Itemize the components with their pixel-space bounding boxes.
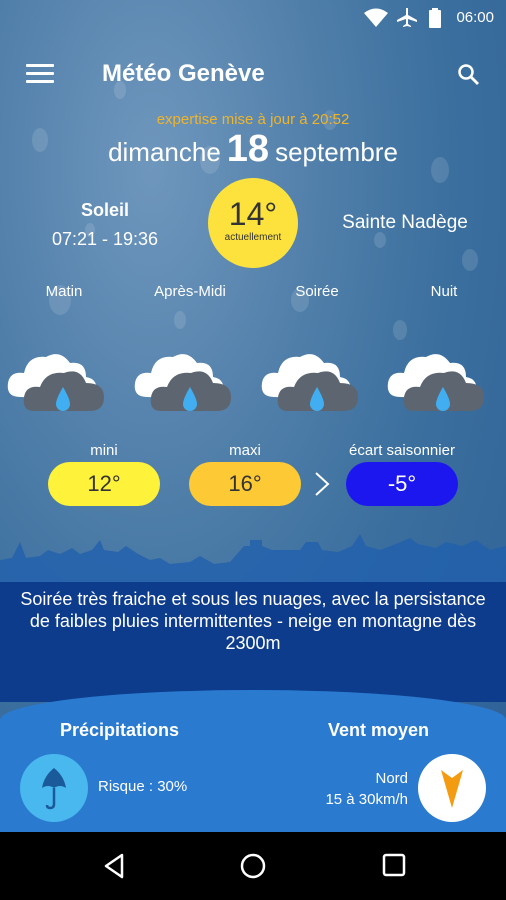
navigation-bar bbox=[0, 832, 506, 900]
saint-of-day: Sainte Nadège bbox=[342, 212, 468, 233]
seasonal-gap-label: écart saisonnier bbox=[349, 442, 455, 459]
min-label: mini bbox=[90, 442, 118, 459]
wind-arrow-icon bbox=[418, 754, 486, 822]
seasonal-gap-pill: -5° bbox=[346, 462, 458, 506]
chevron-right-icon bbox=[315, 472, 330, 496]
current-temperature: 14° actuellement bbox=[208, 178, 298, 268]
status-bar: 06:00 bbox=[0, 0, 506, 36]
rain-cloud-icon bbox=[387, 354, 484, 411]
wifi-icon bbox=[364, 8, 388, 27]
sun-times: Soleil 07:21 - 19:36 bbox=[40, 200, 170, 250]
battery-icon bbox=[429, 8, 441, 28]
date-day: 18 bbox=[226, 128, 270, 170]
rain-cloud-icon bbox=[7, 354, 104, 411]
back-icon[interactable] bbox=[100, 852, 128, 880]
search-icon[interactable] bbox=[456, 62, 480, 86]
rain-cloud-icon bbox=[261, 354, 358, 411]
sun-hours: 07:21 - 19:36 bbox=[51, 229, 159, 249]
min-temp-pill: 12° bbox=[48, 462, 160, 506]
status-time: 06:00 bbox=[456, 9, 494, 26]
recents-icon[interactable] bbox=[381, 852, 407, 878]
precipitations-title: Précipitations bbox=[60, 720, 180, 740]
menu-icon[interactable] bbox=[26, 64, 54, 86]
max-label: maxi bbox=[229, 442, 261, 459]
period-matin: Matin bbox=[45, 283, 83, 300]
airplane-icon bbox=[397, 8, 417, 27]
current-temp-label: actuellement bbox=[224, 232, 282, 243]
period-soiree: Soirée bbox=[295, 283, 339, 300]
precipitation-risk: Risque : 30% bbox=[98, 778, 188, 795]
update-text: expertise mise à jour à 20:52 bbox=[156, 111, 350, 128]
period-apres-midi: Après-Midi bbox=[154, 283, 226, 300]
date-weekday: dimanche bbox=[108, 137, 221, 167]
max-temp-pill: 16° bbox=[189, 462, 301, 506]
period-nuit: Nuit bbox=[430, 283, 458, 300]
wind-direction: Nord bbox=[375, 770, 408, 787]
rain-cloud-icon bbox=[134, 354, 231, 411]
date-month: septembre bbox=[275, 137, 398, 167]
wind-info: Nord 15 à 30km/h bbox=[325, 768, 408, 810]
wind-speed: 15 à 30km/h bbox=[325, 791, 408, 808]
app-bar: Météo Genève bbox=[0, 50, 506, 100]
forecast-description: Soirée très fraiche et sous les nuages, … bbox=[20, 589, 486, 653]
umbrella-icon bbox=[20, 754, 88, 822]
sun-label: Soleil bbox=[80, 200, 129, 220]
date-heading: dimanche 18 septembre bbox=[0, 128, 506, 171]
current-temp-value: 14° bbox=[228, 196, 278, 232]
home-icon[interactable] bbox=[239, 852, 267, 880]
wind-title: Vent moyen bbox=[328, 720, 430, 740]
app-title: Météo Genève bbox=[102, 60, 265, 87]
